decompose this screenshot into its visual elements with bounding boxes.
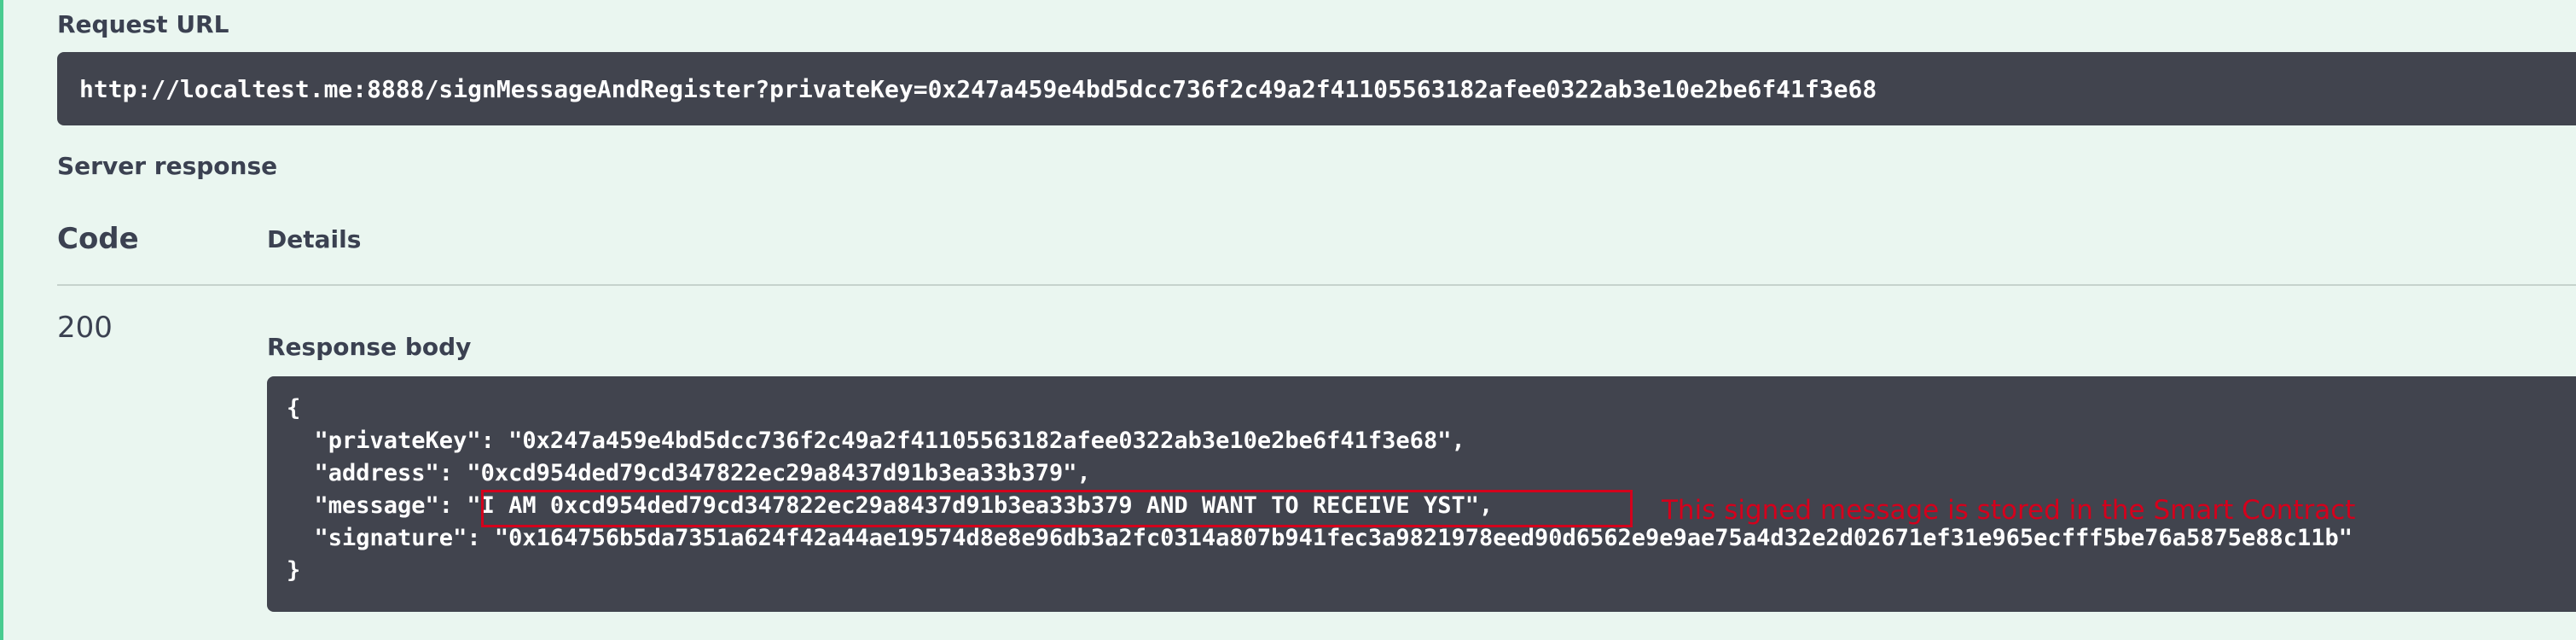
response-body-label: Response body <box>267 333 472 361</box>
response-body-line: "address": "0xcd954ded79cd347822ec29a843… <box>287 460 1091 486</box>
message-highlight-box <box>481 490 1633 527</box>
response-body-box[interactable]: { "privateKey": "0x247a459e4bd5dcc736f2c… <box>267 376 2576 612</box>
response-status-code: 200 <box>57 311 113 345</box>
response-body-line: } <box>287 557 301 584</box>
operation-left-border <box>0 0 3 640</box>
annotation-note: This signed message is stored in the Sma… <box>1662 495 2356 526</box>
server-response-label: Server response <box>57 152 278 180</box>
request-url-label: Request URL <box>57 10 229 38</box>
code-column-header: Code <box>57 222 139 256</box>
details-column-header: Details <box>267 225 362 253</box>
request-url-value[interactable]: http://localtest.me:8888/signMessageAndR… <box>79 75 1877 103</box>
request-url-box: http://localtest.me:8888/signMessageAndR… <box>57 52 2576 125</box>
table-divider <box>57 284 2576 286</box>
response-body-line: { <box>287 395 301 422</box>
response-body-line: "privateKey": "0x247a459e4bd5dcc736f2c49… <box>287 428 1465 454</box>
